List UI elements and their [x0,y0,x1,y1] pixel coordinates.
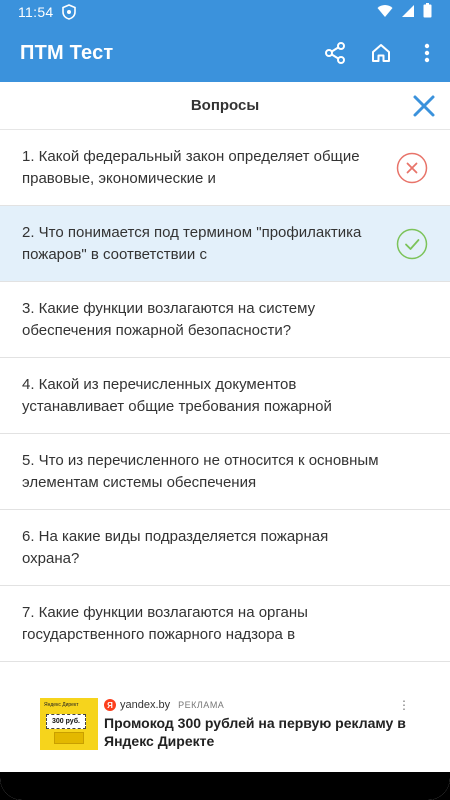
status-time: 11:54 [18,4,54,20]
more-vert-icon [424,43,430,63]
ad-menu-icon[interactable]: ⋮ [398,699,410,711]
correct-answer-icon [396,228,428,260]
ad-label: РЕКЛАМА [178,700,225,710]
status-bar: 11:54 [0,0,450,24]
home-icon [372,44,390,62]
question-row[interactable]: 6. На какие виды подразделяется пожарная… [0,510,450,586]
shield-icon [61,4,76,20]
question-text: 2. Что понимается под термином "профилак… [22,224,362,263]
ad-image-title: Яндекс Директ [44,702,79,708]
close-icon [413,95,435,117]
dialog-title: Вопросы [190,97,260,114]
question-text: 7. Какие функции возлагаются на органы г… [22,604,308,643]
question-row[interactable]: 5. Что из перечисленного не относится к … [0,434,450,510]
wrong-answer-icon [396,152,428,184]
ad-image-box [54,732,84,744]
more-options-button[interactable] [404,30,450,76]
question-row[interactable]: 4. Какой из перечисленных документов уст… [0,358,450,434]
question-row[interactable]: 7. Какие функции возлагаются на органы г… [0,586,450,662]
ad-headline: Промокод 300 рублей на первую рекламу в … [104,715,406,749]
app-screen: 11:54 ПТМ Тест Вопросы 1. Какой федераль… [0,0,450,800]
ad-banner[interactable]: Яндекс Директ 300 руб. Я yandex.by РЕКЛА… [40,698,410,750]
app-bar: ПТМ Тест [0,24,450,82]
app-title: ПТМ Тест [20,41,114,64]
status-icons [377,3,432,21]
question-text: 3. Какие функции возлагаются на систему … [22,300,316,339]
question-row[interactable]: 2. Что понимается под термином "профилак… [0,206,450,282]
dialog-header: Вопросы [0,82,450,130]
ad-domain: yandex.by [120,699,171,711]
ad-body: Я yandex.by РЕКЛАМА ⋮ Промокод 300 рубле… [98,698,410,750]
signal-icon [401,4,415,21]
question-row[interactable]: 1. Какой федеральный закон определяет об… [0,130,450,206]
share-icon [325,42,345,64]
close-button[interactable] [408,90,440,122]
ad-image-price: 300 руб. [46,714,86,729]
home-button[interactable] [358,30,404,76]
question-text: 4. Какой из перечисленных документов уст… [22,376,332,415]
ad-meta: Я yandex.by РЕКЛАМА ⋮ [104,698,410,712]
questions-dialog: Вопросы 1. Какой федеральный закон опред… [0,82,450,772]
question-row[interactable]: 3. Какие функции возлагаются на систему … [0,282,450,358]
ad-image: Яндекс Директ 300 руб. [40,698,98,750]
yandex-logo-icon: Я [104,699,116,711]
battery-icon [423,3,432,21]
wifi-icon [377,4,393,21]
question-text: 5. Что из перечисленного не относится к … [22,452,379,491]
question-text: 6. На какие виды подразделяется пожарная… [22,528,329,567]
questions-list: 1. Какой федеральный закон определяет об… [0,130,450,662]
share-button[interactable] [312,30,358,76]
navigation-bar [0,772,450,800]
question-text: 1. Какой федеральный закон определяет об… [22,148,360,187]
app-actions [312,30,450,76]
